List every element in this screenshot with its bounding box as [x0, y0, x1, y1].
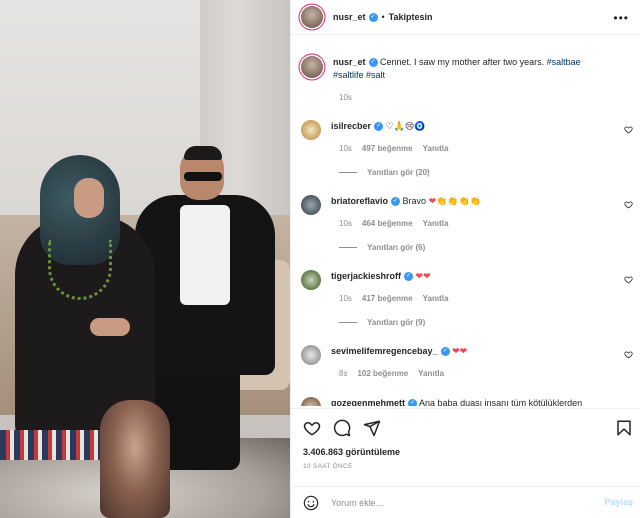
photo-man-hair [184, 146, 222, 160]
more-options-icon[interactable]: ••• [613, 11, 629, 25]
comment-emoji: ❤❤ [452, 347, 468, 357]
photo-patterned-pants [0, 430, 100, 460]
comment-age: 8s [339, 369, 348, 378]
comment-text: briatoreflavio ✓ Bravo ❤👏👏👏👏 [331, 195, 601, 215]
hashtag-saltlife[interactable]: #saltlife [333, 70, 364, 80]
share-paper-plane-icon[interactable] [363, 419, 381, 437]
comment-emoji: ❤👏👏👏👏 [428, 197, 481, 207]
commenter-avatar[interactable] [301, 397, 321, 406]
photo-sunglasses [184, 172, 222, 181]
author-avatar[interactable] [301, 6, 323, 28]
verified-badge-icon: ✓ [374, 122, 384, 132]
comment-emoji: ❤❤ [415, 272, 431, 282]
caption: nusr_et ✓ Cennet. I saw my mother after t… [301, 56, 603, 82]
comment-likes[interactable]: 464 beğenme [362, 219, 413, 228]
reply-button[interactable]: Yanıtla [423, 219, 449, 228]
emoji-smiley-icon[interactable] [303, 495, 319, 511]
comment-emoji: ♡🙏😢🧿 [385, 122, 426, 132]
comment-likes[interactable]: 417 beğenme [362, 294, 413, 303]
verified-badge-icon: ✓ [408, 399, 418, 406]
comment-age: 10s [339, 144, 352, 153]
verified-badge-icon: ✓ [391, 197, 401, 207]
reply-button[interactable]: Yanıtla [423, 144, 449, 153]
comment-age: 10s [339, 219, 352, 228]
reply-button[interactable]: Yanıtla [423, 294, 449, 303]
like-comment-heart-icon[interactable] [624, 350, 633, 359]
comment-item: tigerjackieshroff ✓ ❤❤ [301, 270, 601, 290]
replies-divider [339, 247, 357, 248]
commenter-username[interactable]: isilrecber [331, 121, 371, 131]
post-details-panel: nusr_et ✓ • Takiptesin ••• nusr_et ✓ Cenn… [290, 0, 640, 518]
comment-composer: Paylaş [291, 486, 640, 518]
comment-meta: 10s 464 beğenme Yanıtla [339, 219, 448, 228]
view-replies-label[interactable]: Yanıtları gör (6) [367, 243, 425, 252]
view-count[interactable]: 3.406.863 görüntüleme [303, 447, 400, 457]
like-comment-heart-icon[interactable] [624, 125, 633, 134]
caption-body: Cennet. I saw my mother after two years. [380, 57, 545, 67]
comment-meta: 10s 417 beğenme Yanıtla [339, 294, 448, 303]
verified-badge-icon: ✓ [368, 12, 378, 22]
author-avatar[interactable] [301, 56, 323, 78]
like-heart-icon[interactable] [303, 419, 321, 437]
comment-text: tigerjackieshroff ✓ ❤❤ [331, 270, 601, 290]
save-bookmark-icon[interactable] [615, 419, 633, 437]
verified-badge-icon: ✓ [440, 347, 450, 357]
caption-text: nusr_et ✓ Cennet. I saw my mother after t… [333, 56, 603, 82]
photo-man-shirt [180, 205, 230, 305]
comment-text: gozegenmehmett ✓ Ana baba duası insanı tü… [331, 397, 601, 406]
comment-body: Bravo [402, 196, 427, 206]
comment-input[interactable] [331, 495, 591, 511]
comment-item: briatoreflavio ✓ Bravo ❤👏👏👏👏 [301, 195, 601, 215]
comment-text: isilrecber ✓ ♡🙏😢🧿 [331, 120, 601, 140]
commenter-username[interactable]: tigerjackieshroff [331, 271, 401, 281]
comment-age: 10s [339, 294, 352, 303]
photo-samovar [100, 400, 170, 518]
post-timestamp: 10 SAAT ÖNCE [303, 463, 353, 470]
commenter-username[interactable]: briatoreflavio [331, 196, 388, 206]
post-header: nusr_et ✓ • Takiptesin ••• [291, 0, 640, 35]
comment-body: Ana baba duası insanı tüm kötülüklerden [419, 398, 583, 406]
commenter-avatar[interactable] [301, 120, 321, 140]
comments-list[interactable]: nusr_et ✓ Cennet. I saw my mother after t… [291, 36, 640, 406]
comment-likes[interactable]: 102 beğenme [357, 369, 408, 378]
comment-meta: 10s 497 beğenme Yanıtla [339, 144, 448, 153]
comment-meta: 8s 102 beğenme Yanıtla [339, 369, 444, 378]
post-comment-button[interactable]: Paylaş [604, 497, 633, 507]
caption-username[interactable]: nusr_et [333, 57, 366, 67]
commenter-avatar[interactable] [301, 195, 321, 215]
comment-item: gozegenmehmett ✓ Ana baba duası insanı tü… [301, 397, 601, 406]
verified-badge-icon: ✓ [404, 272, 414, 282]
photo-mother-face [74, 178, 104, 218]
view-replies-button[interactable]: Yanıtları gör (6) [339, 243, 425, 252]
separator-dot: • [381, 12, 385, 22]
follow-status[interactable]: Takiptesin [389, 12, 433, 22]
comment-item: sevimelifemregencebay_ ✓ ❤❤ [301, 345, 601, 365]
replies-divider [339, 172, 357, 173]
action-bar [291, 408, 640, 448]
commenter-avatar[interactable] [301, 345, 321, 365]
commenter-username[interactable]: sevimelifemregencebay_ [331, 346, 438, 356]
caption-age: 10s [339, 93, 352, 102]
verified-badge-icon: ✓ [368, 58, 378, 68]
view-replies-label[interactable]: Yanıtları gör (9) [367, 318, 425, 327]
commenter-avatar[interactable] [301, 270, 321, 290]
photo-hand [90, 318, 130, 336]
comment-bubble-icon[interactable] [333, 419, 351, 437]
comment-likes[interactable]: 497 beğenme [362, 144, 413, 153]
like-comment-heart-icon[interactable] [624, 200, 633, 209]
hashtag-saltbae[interactable]: #saltbae [547, 57, 581, 67]
author-username[interactable]: nusr_et [333, 12, 366, 22]
reply-button[interactable]: Yanıtla [418, 369, 444, 378]
comment-item: isilrecber ✓ ♡🙏😢🧿 [301, 120, 601, 140]
view-replies-button[interactable]: Yanıtları gör (20) [339, 168, 430, 177]
post-photo[interactable] [0, 0, 290, 518]
commenter-username[interactable]: gozegenmehmett [331, 398, 405, 406]
view-replies-label[interactable]: Yanıtları gör (20) [367, 168, 430, 177]
replies-divider [339, 322, 357, 323]
view-replies-button[interactable]: Yanıtları gör (9) [339, 318, 425, 327]
hashtag-salt[interactable]: #salt [366, 70, 385, 80]
comment-text: sevimelifemregencebay_ ✓ ❤❤ [331, 345, 601, 365]
like-comment-heart-icon[interactable] [624, 275, 633, 284]
